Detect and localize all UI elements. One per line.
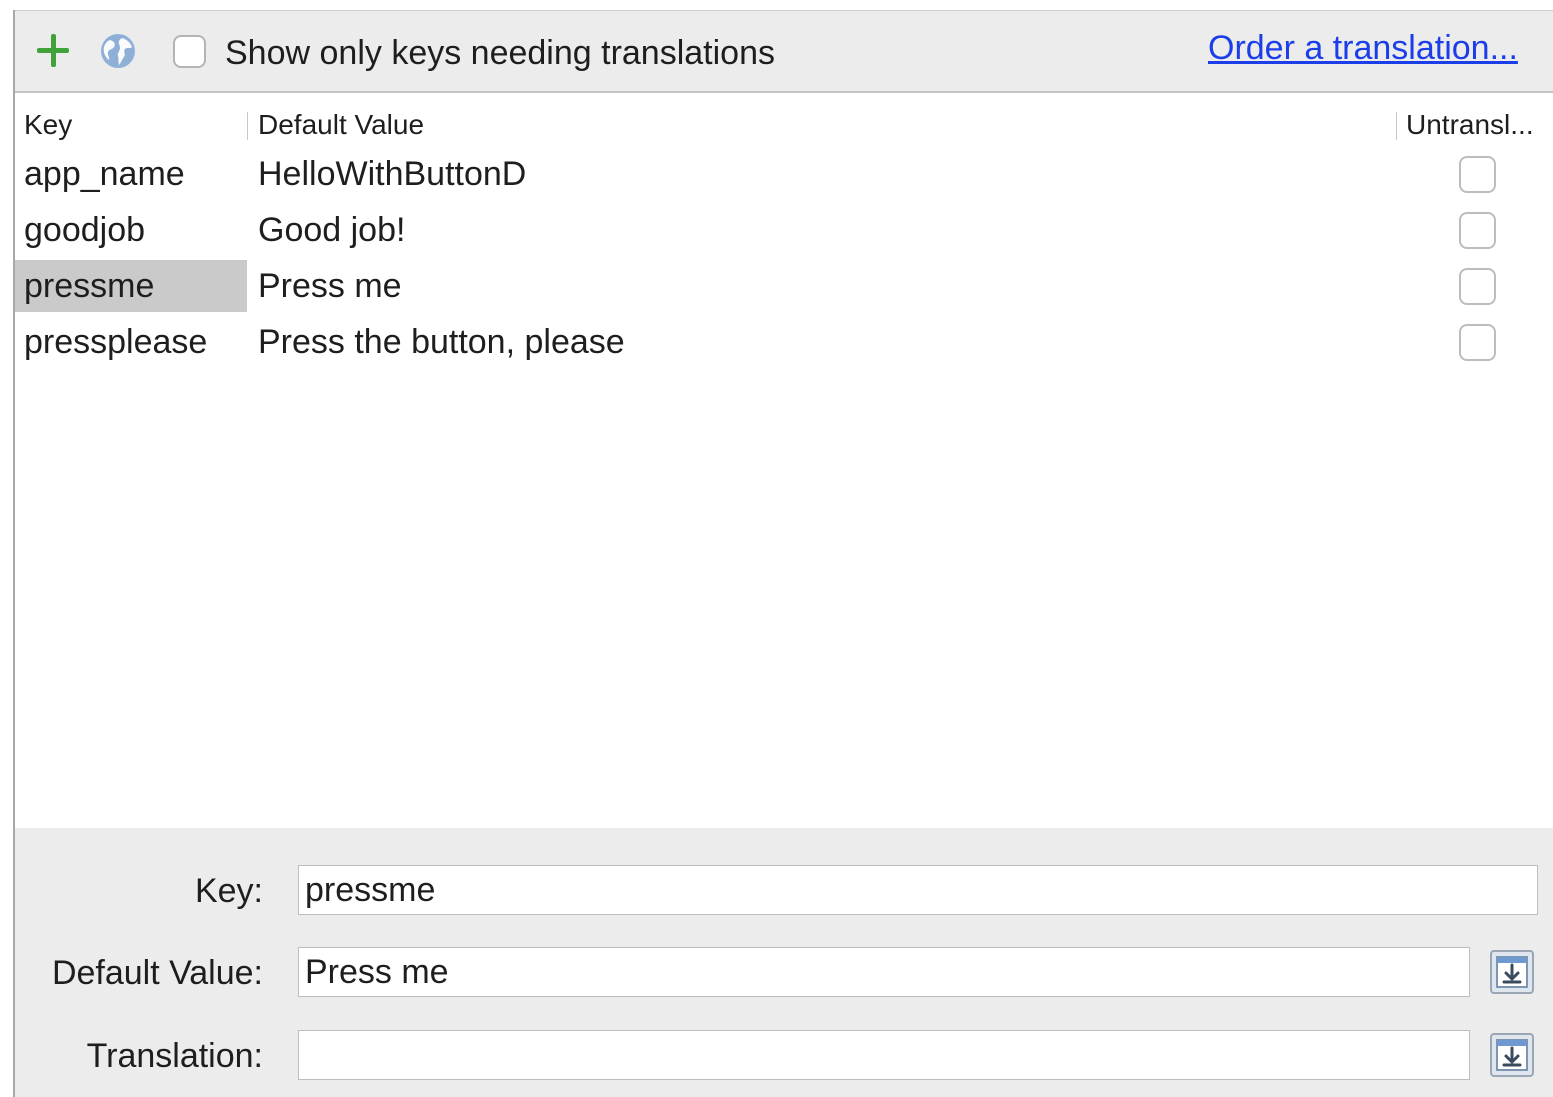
column-separator[interactable] <box>247 112 248 140</box>
column-header-untranslatable[interactable]: Untransl... <box>1406 104 1553 146</box>
default-value-field[interactable] <box>298 947 1470 997</box>
strings-table: Key Default Value Untransl... app_name H… <box>15 104 1553 828</box>
show-only-needing-checkbox[interactable] <box>173 35 206 68</box>
toolbar: Show only keys needing translations Orde… <box>15 10 1553 93</box>
untranslatable-checkbox[interactable] <box>1459 212 1496 249</box>
globe-icon[interactable] <box>99 32 137 70</box>
add-key-icon[interactable] <box>33 31 73 71</box>
key-cell[interactable]: goodjob <box>15 204 247 256</box>
translation-field[interactable] <box>298 1030 1470 1080</box>
table-header: Key Default Value Untransl... <box>15 104 1553 146</box>
key-cell-selected[interactable]: pressme <box>15 260 247 312</box>
default-value-cell[interactable]: Press me <box>258 260 1388 312</box>
key-field[interactable] <box>298 865 1538 915</box>
default-value-cell[interactable]: Good job! <box>258 204 1388 256</box>
untranslatable-checkbox[interactable] <box>1459 156 1496 193</box>
edit-multiline-icon[interactable] <box>1488 948 1536 996</box>
key-cell[interactable]: app_name <box>15 148 247 200</box>
default-value-field-label: Default Value: <box>51 954 263 992</box>
column-separator[interactable] <box>1396 112 1397 140</box>
untranslatable-checkbox[interactable] <box>1459 324 1496 361</box>
table-row[interactable]: app_name HelloWithButtonD <box>15 148 1553 204</box>
column-header-default-value[interactable]: Default Value <box>258 104 1388 146</box>
key-field-label: Key: <box>194 872 263 910</box>
string-editor-panel: Key: Default Value: Translation: <box>15 828 1553 1097</box>
order-translation-link[interactable]: Order a translation... <box>1208 27 1553 69</box>
column-header-key[interactable]: Key <box>24 104 244 146</box>
translation-field-label: Translation: <box>86 1037 263 1075</box>
show-only-needing-label[interactable]: Show only keys needing translations <box>225 33 775 73</box>
table-row[interactable]: goodjob Good job! <box>15 204 1553 260</box>
edit-multiline-icon[interactable] <box>1488 1031 1536 1079</box>
table-row[interactable]: pressme Press me <box>15 260 1553 316</box>
default-value-cell[interactable]: HelloWithButtonD <box>258 148 1388 200</box>
key-cell[interactable]: pressplease <box>15 316 247 368</box>
table-row[interactable]: pressplease Press the button, please <box>15 316 1553 372</box>
default-value-cell[interactable]: Press the button, please <box>258 316 1388 368</box>
translations-editor: Show only keys needing translations Orde… <box>0 0 1553 1097</box>
untranslatable-checkbox[interactable] <box>1459 268 1496 305</box>
